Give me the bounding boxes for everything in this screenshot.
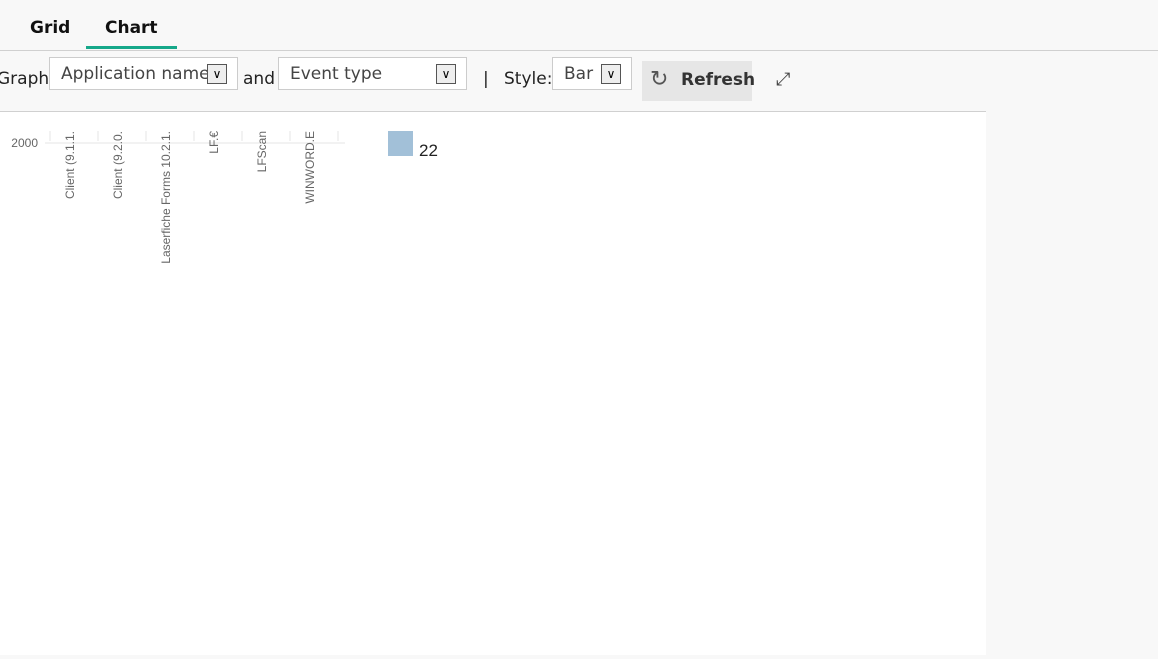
group-by-value: Application name <box>61 64 210 84</box>
x-tick-label: LFScan <box>255 131 269 172</box>
tab-chart[interactable]: Chart <box>86 18 176 49</box>
x-tick-label: WINWORD.E <box>303 131 317 204</box>
chart-toolbar: Graph Application name ∨ and Event type … <box>0 51 986 112</box>
chevron-down-icon[interactable]: ∨ <box>601 64 621 84</box>
series-select[interactable]: Event type ∨ <box>278 57 467 90</box>
tab-bar: Grid Chart <box>0 0 1158 51</box>
graph-label: Graph <box>0 69 50 89</box>
refresh-button[interactable]: ↻ Refresh <box>642 61 756 101</box>
expand-icon[interactable]: ⤢ <box>776 69 790 90</box>
tab-grid[interactable]: Grid <box>30 18 70 38</box>
separator: | <box>483 69 489 89</box>
and-label: and <box>243 69 275 89</box>
x-tick-label: LF.€ <box>207 131 221 154</box>
x-tick-label: Client (9.2.0. <box>111 131 125 199</box>
y-tick-label: 2000 <box>11 136 38 150</box>
group-by-select[interactable]: Application name ∨ <box>49 57 238 90</box>
x-tick-label: Laserfiche Forms 10.2.1. <box>159 131 173 264</box>
chevron-down-icon[interactable]: ∨ <box>436 64 456 84</box>
legend-label: 22 <box>419 141 438 160</box>
style-select[interactable]: Bar ∨ <box>552 57 632 90</box>
x-tick-label: Client (9.1.1. <box>63 131 77 199</box>
series-value: Event type <box>290 64 383 84</box>
style-value: Bar <box>564 64 594 84</box>
refresh-label: Refresh <box>681 70 756 90</box>
style-label: Style: <box>504 69 553 89</box>
chevron-down-icon[interactable]: ∨ <box>207 64 227 84</box>
bar-chart: 2000 Client (9.1.1. Client (9.2.0. Laserfic… <box>11 131 438 264</box>
legend-swatch <box>388 131 413 156</box>
refresh-icon: ↻ <box>650 67 669 92</box>
chart-area: 2000 Client (9.1.1. Client (9.2.0. Laserfic… <box>0 112 986 655</box>
